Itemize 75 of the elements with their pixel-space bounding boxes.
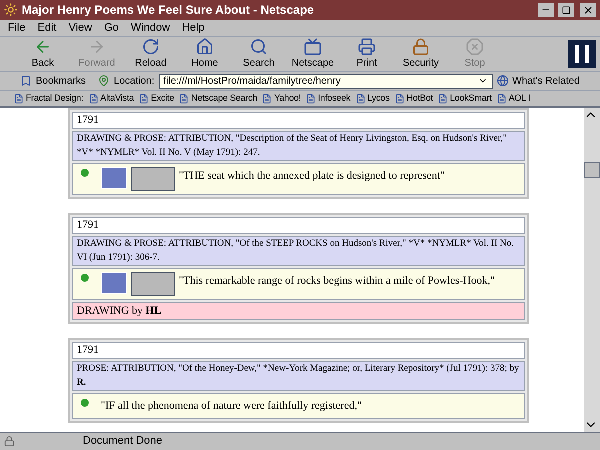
bookmark-link[interactable]: Lycos	[368, 92, 390, 106]
page-icon	[394, 94, 405, 104]
globe-icon	[496, 75, 508, 87]
padlock-icon	[4, 436, 15, 447]
text-thumbnail-placeholder[interactable]	[101, 167, 127, 189]
toolbar-button[interactable]: Reload	[130, 38, 172, 70]
citation-text: DRAWING & PROSE: ATTRIBUTION, "Description of the Seat of Henry Livingston, Esq. on Hudson's River," *V* *NYMLR* Vol. II No. V (May 1791): 247.	[77, 134, 507, 158]
scroll-thumb[interactable]	[584, 162, 600, 178]
reload-icon	[142, 38, 160, 56]
close-button[interactable]	[580, 3, 596, 17]
close-icon	[582, 4, 594, 16]
location-pin-icon	[98, 75, 110, 87]
page-icon	[496, 94, 507, 104]
bookmarks-button[interactable]: Bookmarks	[36, 74, 86, 88]
drawing-thumbnail-placeholder[interactable]	[131, 272, 175, 296]
page-icon	[262, 94, 272, 104]
bookmark-link[interactable]: Netscape Search	[191, 92, 258, 106]
toolbar-button[interactable]: Back	[22, 38, 64, 70]
citation-text: DRAWING & PROSE: ATTRIBUTION, "Of the STEEP ROCKS on Hudson's River," *V* *NYMLR* Vol. II No. VI (Jun 1791): 306-7.	[77, 239, 514, 263]
quote-text: "THE seat which the annexed plate is designed to represent"	[179, 170, 445, 182]
page-icon	[179, 94, 190, 104]
credit-cell: DRAWING by HL	[72, 302, 525, 320]
minimize-button[interactable]	[538, 3, 554, 17]
maximize-button[interactable]	[558, 3, 574, 17]
bookmark-link[interactable]: Excite	[151, 92, 174, 106]
bullet-icon	[81, 274, 89, 282]
bookmark-link[interactable]: AltaVista	[100, 92, 134, 106]
tv-icon	[304, 38, 322, 56]
menu-item[interactable]: File	[8, 20, 26, 36]
page-icon	[306, 94, 316, 104]
text-thumbnail-placeholder[interactable]	[101, 272, 127, 294]
toolbar-button[interactable]: Netscape	[292, 38, 334, 70]
year-cell: 1791	[72, 112, 525, 129]
year-cell: 1791	[72, 217, 525, 234]
drawing-thumbnail-placeholder[interactable]	[131, 167, 175, 191]
citation-text: PROSE: ATTRIBUTION, "Of the Honey-Dew," *New-York Magazine; or, Literary Repository* (Jul 1791): 378; by R.	[77, 364, 520, 388]
page-icon	[88, 94, 99, 104]
menu-item[interactable]: Go	[104, 20, 120, 36]
maximize-icon	[562, 6, 570, 14]
padlock-icon	[412, 38, 430, 56]
bookmark-link[interactable]: Yahoo!	[274, 92, 302, 106]
toolbar-button[interactable]: Print	[346, 38, 388, 70]
stop-icon	[466, 38, 484, 56]
window-title: Major Henry Poems We Feel Sure About - Netscape	[22, 2, 316, 19]
page-icon	[356, 94, 366, 104]
home-icon	[196, 38, 214, 56]
menu-item[interactable]: Window	[131, 20, 170, 36]
location-field[interactable]: file:///ml/HostPro/maida/familytree/henry	[158, 74, 492, 88]
vertical-scrollbar[interactable]	[584, 108, 600, 432]
bullet-icon	[81, 169, 89, 177]
quote-text: "IF all the phenomena of nature were faithfully registered,"	[101, 400, 362, 412]
menu-item[interactable]: Help	[182, 20, 205, 36]
status-text: Document Done	[83, 434, 162, 450]
menu-item[interactable]: View	[68, 20, 92, 36]
whats-related-button[interactable]: What's Related	[512, 74, 580, 88]
page-icon	[139, 94, 150, 104]
printer-icon	[358, 38, 376, 56]
quote-text: "This remarkable range of rocks begins within a mile of Powles-Hook,"	[179, 275, 495, 287]
bookmark-link[interactable]: LookSmart	[450, 92, 492, 106]
page-icon	[14, 94, 24, 104]
location-label: Location:	[114, 74, 155, 88]
bullet-icon	[81, 399, 89, 407]
bookmark-link[interactable]: Infoseek	[318, 92, 351, 106]
logo-icon	[4, 3, 18, 17]
year-cell: 1791	[72, 342, 525, 359]
bookmark-link[interactable]: Fractal Design:	[26, 92, 84, 106]
page-icon	[438, 94, 448, 104]
toolbar-button[interactable]: Home	[184, 38, 226, 70]
toolbar-button[interactable]: Search	[238, 38, 280, 70]
toolbar-button[interactable]: Security	[400, 38, 442, 70]
bookmark-link[interactable]: AOL I	[508, 92, 530, 106]
search-icon	[250, 38, 268, 56]
bookmark-link[interactable]: HotBot	[406, 92, 434, 106]
menu-item[interactable]: Edit	[38, 20, 57, 36]
bookmark-icon	[20, 75, 32, 87]
